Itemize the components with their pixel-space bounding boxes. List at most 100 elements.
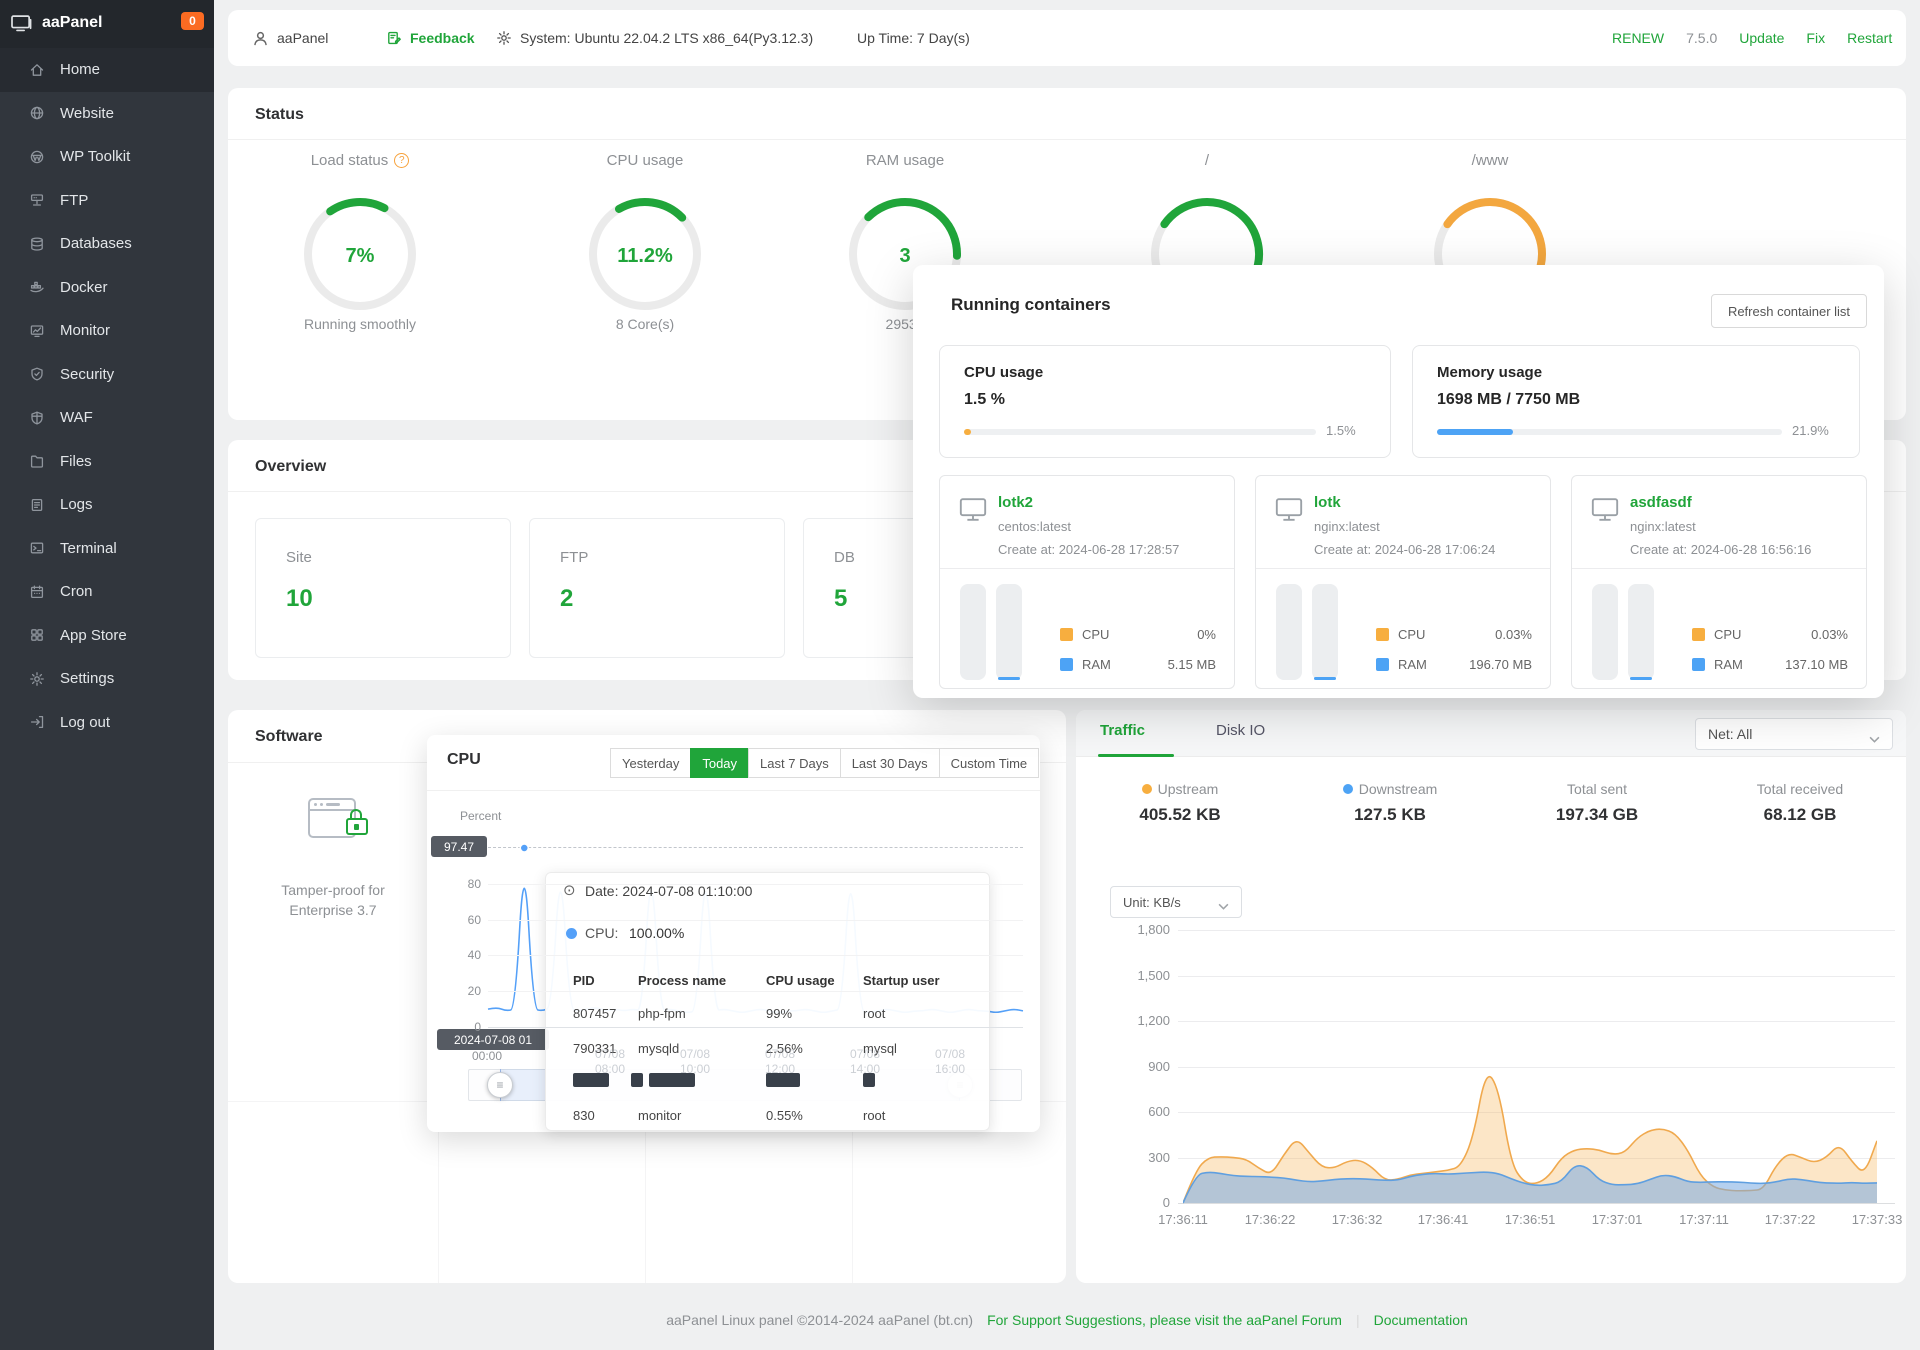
feedback-label: Feedback — [410, 30, 475, 46]
footer-support-link[interactable]: For Support Suggestions, please visit th… — [987, 1312, 1342, 1328]
cpu-legend-label: CPU — [1398, 627, 1426, 642]
traffic-xtick: 17:37:22 — [1764, 1212, 1816, 1227]
software-title: Software — [255, 728, 323, 745]
sidebar-item-terminal[interactable]: Terminal — [0, 527, 214, 571]
tooltip-col-header: Process name — [638, 973, 727, 988]
software-item-tamper-proof[interactable]: Tamper-proof for Enterprise 3.7 — [228, 762, 438, 1101]
update-link[interactable]: Update — [1739, 30, 1784, 46]
fix-link[interactable]: Fix — [1806, 30, 1825, 46]
traffic-stat-label: Downstream — [1280, 780, 1500, 798]
sidebar-menu: Home Website WP Toolkit FTP Databases Docker M… — [0, 48, 214, 744]
modal-mem-value: 1698 MB / 7750 MB — [1437, 391, 1581, 408]
stat-label-text: Total received — [1756, 781, 1844, 797]
overview-card-label: FTP — [560, 549, 589, 566]
traffic-tab-traffic[interactable]: Traffic — [1100, 722, 1145, 739]
traffic-ytick: 300 — [1148, 1150, 1170, 1165]
ram-legend-label: RAM — [1082, 657, 1111, 672]
status-divider — [228, 139, 1906, 140]
overview-card-label: DB — [834, 549, 855, 566]
cpu-tab-custom-time[interactable]: Custom Time — [938, 748, 1040, 778]
sidebar-item-wp-toolkit[interactable]: WP Toolkit — [0, 135, 214, 179]
modal-cpu-label: CPU usage — [964, 364, 1044, 381]
renew-link[interactable]: RENEW — [1612, 30, 1664, 46]
sidebar-item-app-store[interactable]: App Store — [0, 614, 214, 658]
sidebar-item-home[interactable]: Home — [0, 48, 214, 92]
tooltip-series-label: CPU: — [585, 925, 619, 941]
cpu-gridline — [488, 920, 1023, 921]
sidebar-item-databases[interactable]: Databases — [0, 222, 214, 266]
overview-card-site[interactable]: Site 10 — [255, 518, 511, 658]
overview-title: Overview — [255, 458, 327, 475]
sidebar-item-website[interactable]: Website — [0, 92, 214, 136]
footer-docs-link[interactable]: Documentation — [1374, 1312, 1468, 1328]
settings-icon — [29, 671, 45, 687]
gauge-label-text: Load status — [310, 151, 389, 169]
sidebar-header: aaPanel 0 — [0, 0, 214, 48]
gauge-label-text: /www — [1471, 151, 1509, 169]
container-ram-value: 196.70 MB — [1469, 657, 1532, 672]
sidebar-item-security[interactable]: Security — [0, 353, 214, 397]
sidebar-item-settings[interactable]: Settings — [0, 657, 214, 701]
sidebar-item-log-out[interactable]: Log out — [0, 701, 214, 745]
net-select[interactable]: Net: All — [1695, 718, 1893, 750]
traffic-xtick: 17:36:51 — [1504, 1212, 1556, 1227]
traffic-tab-disk-io[interactable]: Disk IO — [1216, 722, 1265, 739]
sidebar-item-label: Files — [60, 452, 92, 470]
cpu-ytick: 80 — [467, 877, 481, 891]
modal-title: Running containers — [951, 295, 1111, 314]
notification-badge[interactable]: 0 — [181, 12, 204, 30]
unit-select[interactable]: Unit: KB/s — [1110, 886, 1242, 918]
cpu-tab-today[interactable]: Today — [690, 748, 750, 778]
topbar-user[interactable]: aaPanel — [252, 10, 328, 66]
sidebar-item-label: Databases — [60, 235, 132, 253]
container-cpu-value: 0% — [1197, 627, 1216, 642]
traffic-xtick: 17:36:22 — [1244, 1212, 1296, 1227]
traffic-stat-label: Total received — [1690, 780, 1910, 798]
gauge-subtitle: Running smoothly — [303, 316, 417, 332]
cpu-tab-yesterday[interactable]: Yesterday — [610, 748, 692, 778]
container-bar-fill — [998, 677, 1020, 680]
monitor-icon — [29, 323, 45, 339]
container-image: nginx:latest — [1314, 519, 1380, 534]
traffic-ytick: 1,800 — [1137, 922, 1170, 937]
sidebar-item-ftp[interactable]: FTP — [0, 179, 214, 223]
restart-link[interactable]: Restart — [1847, 30, 1892, 46]
sidebar-item-waf[interactable]: WAF — [0, 396, 214, 440]
container-name[interactable]: lotk2 — [998, 494, 1033, 511]
overview-card-label: Site — [286, 549, 312, 566]
overview-card-ftp[interactable]: FTP 2 — [529, 518, 785, 658]
tooltip-col-header: CPU usage — [766, 973, 835, 988]
gauge-label: /www — [1380, 150, 1600, 170]
datazoom-left-handle[interactable]: ≡ — [487, 1072, 513, 1098]
cpu-legend-square — [1692, 628, 1705, 641]
sidebar-item-logs[interactable]: Logs — [0, 483, 214, 527]
tooltip-cell: 0.55% — [766, 1108, 803, 1123]
aapanel-dashboard: aaPanel 0 Home Website WP Toolkit FTP Databa… — [0, 0, 1920, 1350]
footer: aaPanel Linux panel ©2014-2024 aaPanel (… — [214, 1312, 1920, 1328]
cpu-range-tabs: Yesterday Today Last 7 Days Last 30 Days Cus… — [610, 748, 1040, 778]
sidebar-item-cron[interactable]: Cron — [0, 570, 214, 614]
cpu-gridline — [488, 955, 1023, 956]
cpu-ghost-tick: 07/08 14:00 — [849, 1047, 881, 1076]
container-ram-value: 137.10 MB — [1785, 657, 1848, 672]
refresh-container-list-button[interactable]: Refresh container list — [1711, 294, 1867, 328]
tooltip-cell: php-fpm — [638, 1006, 686, 1021]
traffic-stat-upstream: Upstream 405.52 KB — [1070, 780, 1290, 825]
cpu-ytick: 40 — [467, 948, 481, 962]
mem-progress-fill — [1437, 429, 1513, 435]
sidebar-item-monitor[interactable]: Monitor — [0, 309, 214, 353]
container-name[interactable]: lotk — [1314, 494, 1341, 511]
cpu-tab-last-7-days[interactable]: Last 7 Days — [748, 748, 841, 778]
container-name[interactable]: asdfasdf — [1630, 494, 1692, 511]
help-icon[interactable]: ? — [394, 152, 410, 168]
user-icon — [252, 30, 269, 47]
traffic-xtick: 17:36:32 — [1331, 1212, 1383, 1227]
container-monitor-icon — [1590, 496, 1620, 523]
feedback-link[interactable]: Feedback — [386, 10, 475, 66]
ram-legend-square — [1376, 658, 1389, 671]
sidebar-item-docker[interactable]: Docker — [0, 266, 214, 310]
overview-card-value: 2 — [560, 585, 574, 612]
sidebar-item-files[interactable]: Files — [0, 440, 214, 484]
cpu-tab-last-30-days[interactable]: Last 30 Days — [839, 748, 940, 778]
ftp-icon — [29, 192, 45, 208]
